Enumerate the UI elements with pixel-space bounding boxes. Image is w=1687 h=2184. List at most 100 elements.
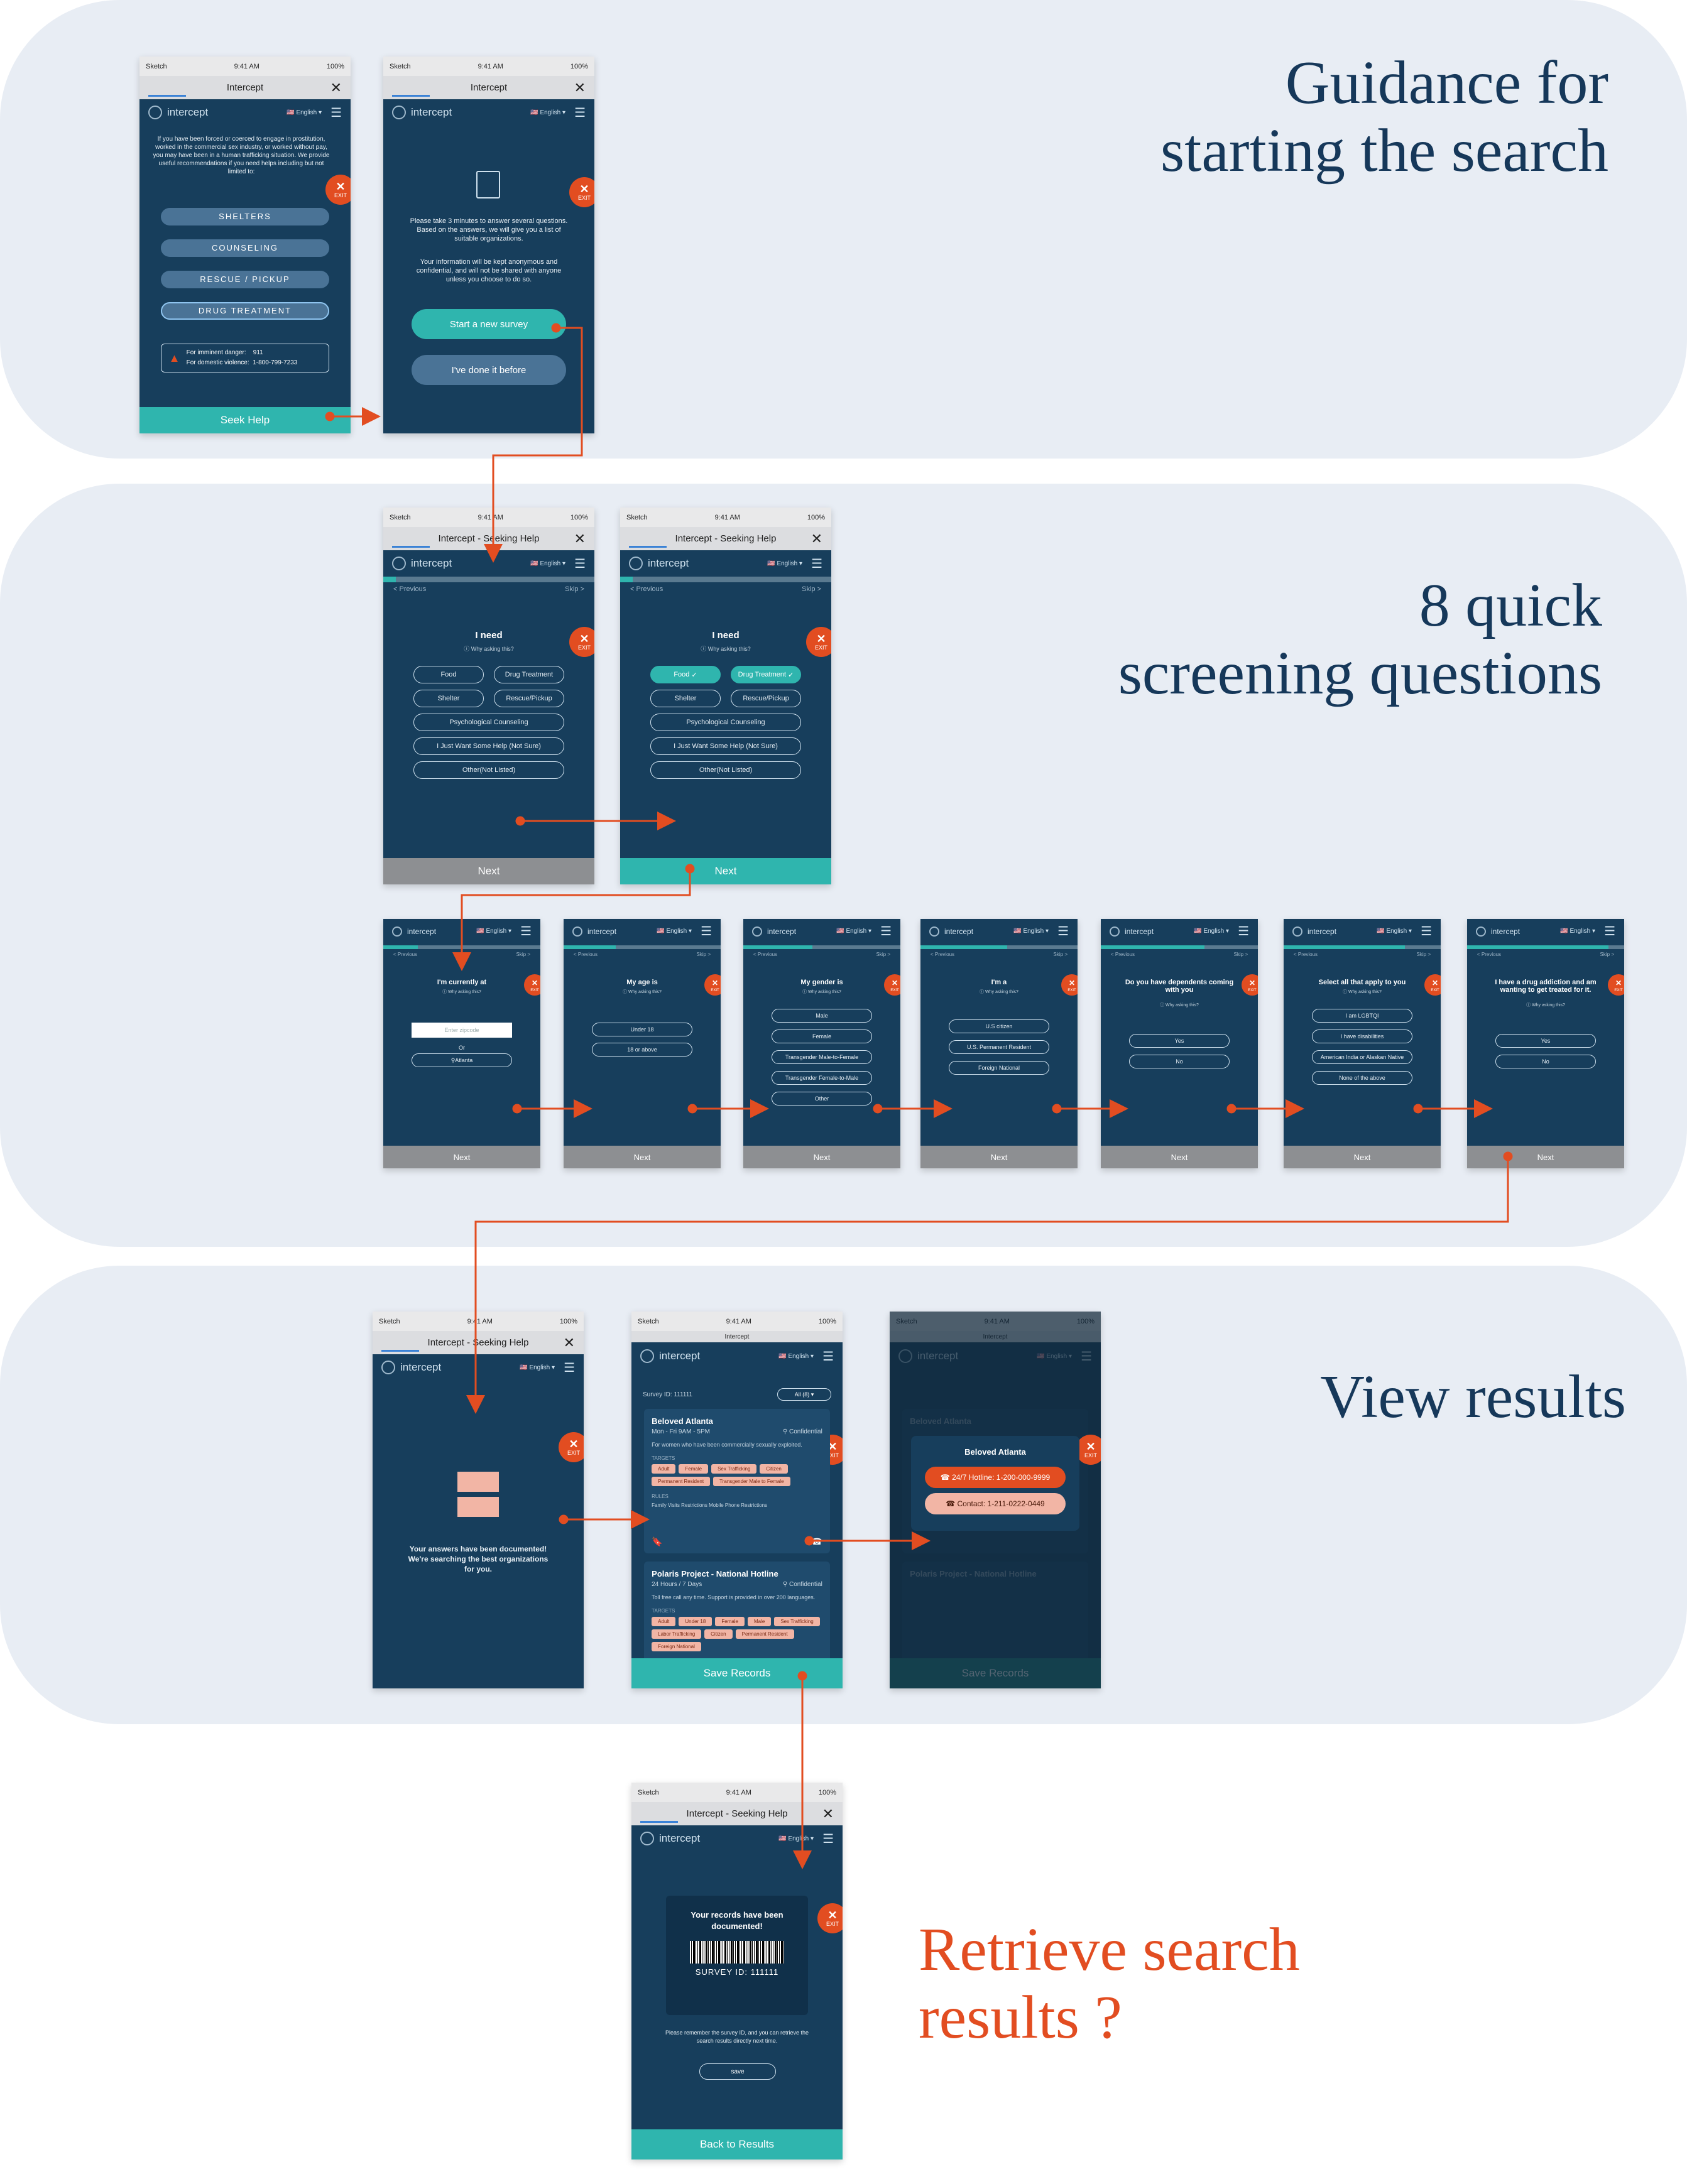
language-select[interactable]: 🇺🇸 English ▾ — [1194, 928, 1229, 935]
category-rescue-pickup[interactable]: RESCUE / PICKUP — [160, 271, 330, 288]
language-select[interactable]: 🇺🇸 English ▾ — [1013, 928, 1049, 935]
bookmark-icon[interactable]: 🔖 — [652, 1536, 662, 1547]
previous-link[interactable]: < Previous — [393, 952, 417, 957]
language-select[interactable]: 🇺🇸 English ▾ — [287, 109, 322, 116]
skip-link[interactable]: Skip > — [565, 585, 584, 593]
previous-link[interactable]: < Previous — [753, 952, 777, 957]
option-male[interactable]: Male — [772, 1009, 872, 1023]
close-icon[interactable]: ✕ — [811, 531, 822, 547]
option-us-citizen[interactable]: U.S citizen — [949, 1019, 1049, 1033]
option-permanent-resident[interactable]: U.S. Permanent Resident — [949, 1040, 1049, 1054]
language-select[interactable]: 🇺🇸 English ▾ — [1377, 928, 1412, 935]
hamburger-menu-icon[interactable]: ☰ — [880, 923, 892, 939]
next-button[interactable]: Next — [1284, 1146, 1441, 1168]
org-card-beloved-atlanta[interactable]: Beloved Atlanta Mon - Fri 9AM - 5PM ⚲ Con… — [644, 1409, 830, 1553]
hamburger-menu-icon[interactable]: ☰ — [330, 105, 342, 121]
why-asking-link[interactable]: ⓘ Why asking this? — [1101, 1002, 1258, 1008]
option-rescue-pickup[interactable]: Rescue/Pickup — [731, 690, 801, 707]
why-asking-link[interactable]: ⓘ Why asking this? — [564, 989, 721, 995]
hamburger-menu-icon[interactable]: ☰ — [574, 105, 586, 121]
category-shelters[interactable]: SHELTERS — [160, 208, 330, 225]
close-icon[interactable]: ✕ — [822, 1806, 834, 1822]
hamburger-menu-icon[interactable]: ☰ — [574, 556, 586, 572]
language-select[interactable]: 🇺🇸 English ▾ — [520, 1364, 555, 1371]
option-18-or-above[interactable]: 18 or above — [592, 1043, 692, 1057]
exit-button[interactable]: ✕ EXIT — [1061, 974, 1078, 996]
option-drug-treatment[interactable]: Drug Treatment — [494, 666, 564, 683]
contact-button[interactable]: ☎ Contact: 1-211-0222-0449 — [924, 1493, 1066, 1514]
previous-link[interactable]: < Previous — [1294, 952, 1318, 957]
option-other[interactable]: Other(Not Listed) — [413, 761, 564, 779]
language-select[interactable]: 🇺🇸 English ▾ — [476, 928, 511, 935]
save-button[interactable]: save — [699, 2063, 776, 2080]
option-disabilities[interactable]: I have disabilities — [1312, 1030, 1412, 1043]
exit-button[interactable]: ✕ EXIT — [817, 1903, 843, 1933]
close-icon[interactable]: ✕ — [574, 531, 586, 547]
filter-select[interactable]: All (8) ▾ — [777, 1388, 831, 1401]
option-psychological-counseling[interactable]: Psychological Counseling — [413, 714, 564, 731]
hamburger-menu-icon[interactable]: ☰ — [822, 1831, 834, 1847]
hamburger-menu-icon[interactable]: ☰ — [701, 923, 712, 939]
why-asking-link[interactable]: ⓘ Why asking this? — [1284, 989, 1441, 995]
language-select[interactable]: 🇺🇸 English ▾ — [836, 928, 871, 935]
option-rescue-pickup[interactable]: Rescue/Pickup — [494, 690, 564, 707]
language-select[interactable]: 🇺🇸 English ▾ — [657, 928, 692, 935]
back-to-results-button[interactable]: Back to Results — [631, 2129, 843, 2160]
exit-button[interactable]: ✕ EXIT — [559, 1432, 584, 1462]
option-shelter[interactable]: Shelter — [650, 690, 721, 707]
language-select[interactable]: 🇺🇸 English ▾ — [1560, 928, 1595, 935]
hamburger-menu-icon[interactable]: ☰ — [1604, 923, 1615, 939]
phone-icon[interactable]: ☎ — [811, 1536, 822, 1547]
exit-button[interactable]: ✕ EXIT — [1242, 974, 1258, 996]
zipcode-input[interactable]: Enter zipcode — [412, 1023, 512, 1038]
done-before-button[interactable]: I've done it before — [412, 355, 566, 385]
why-asking-link[interactable]: ⓘ Why asking this? — [383, 644, 594, 653]
option-female[interactable]: Female — [772, 1030, 872, 1043]
skip-link[interactable]: Skip > — [802, 585, 821, 593]
why-asking-link[interactable]: ⓘ Why asking this? — [1467, 1002, 1624, 1008]
next-button[interactable]: Next — [620, 858, 831, 884]
exit-button[interactable]: ✕ EXIT — [1608, 974, 1624, 996]
option-yes[interactable]: Yes — [1129, 1034, 1230, 1048]
hamburger-menu-icon[interactable]: ☰ — [1421, 923, 1432, 939]
next-button[interactable]: Next — [1467, 1146, 1624, 1168]
next-button[interactable]: Next — [383, 858, 594, 884]
language-select[interactable]: 🇺🇸 English ▾ — [530, 109, 565, 116]
option-psychological-counseling[interactable]: Psychological Counseling — [650, 714, 801, 731]
option-yes[interactable]: Yes — [1495, 1034, 1596, 1048]
option-trans-mtf[interactable]: Transgender Male-to-Female — [772, 1050, 872, 1064]
start-new-survey-button[interactable]: Start a new survey — [412, 309, 566, 339]
next-button[interactable]: Next — [920, 1146, 1078, 1168]
option-drug-treatment-selected[interactable]: Drug Treatment ✓ — [731, 666, 801, 683]
previous-link[interactable]: < Previous — [630, 585, 663, 593]
option-not-sure[interactable]: I Just Want Some Help (Not Sure) — [413, 737, 564, 755]
skip-link[interactable]: Skip > — [516, 952, 530, 957]
exit-button[interactable]: ✕ EXIT — [704, 974, 721, 996]
next-button[interactable]: Next — [743, 1146, 900, 1168]
option-food[interactable]: Food — [413, 666, 484, 683]
next-button[interactable]: Next — [1101, 1146, 1258, 1168]
close-icon[interactable]: ✕ — [574, 80, 586, 96]
previous-link[interactable]: < Previous — [931, 952, 954, 957]
language-select[interactable]: 🇺🇸 English ▾ — [778, 1353, 814, 1360]
option-food-selected[interactable]: Food ✓ — [650, 666, 721, 683]
skip-link[interactable]: Skip > — [1417, 952, 1431, 957]
skip-link[interactable]: Skip > — [876, 952, 890, 957]
exit-button[interactable]: ✕ EXIT — [1424, 974, 1441, 996]
language-select[interactable]: 🇺🇸 English ▾ — [778, 1835, 814, 1842]
imminent-number[interactable]: 911 — [253, 349, 263, 356]
option-none[interactable]: None of the above — [1312, 1071, 1412, 1085]
skip-link[interactable]: Skip > — [697, 952, 711, 957]
exit-button[interactable]: ✕ EXIT — [569, 627, 594, 657]
option-other[interactable]: Other — [772, 1092, 872, 1106]
why-asking-link[interactable]: ⓘ Why asking this? — [620, 644, 831, 653]
exit-button[interactable]: ✕ EXIT — [806, 627, 831, 657]
option-native[interactable]: American India or Alaskan Native — [1312, 1050, 1412, 1064]
category-counseling[interactable]: COUNSELING — [160, 239, 330, 257]
seek-help-button[interactable]: Seek Help — [139, 407, 351, 433]
hamburger-menu-icon[interactable]: ☰ — [564, 1360, 575, 1376]
language-select[interactable]: 🇺🇸 English ▾ — [530, 560, 565, 567]
hamburger-menu-icon[interactable]: ☰ — [1057, 923, 1069, 939]
skip-link[interactable]: Skip > — [1234, 952, 1248, 957]
skip-link[interactable]: Skip > — [1600, 952, 1614, 957]
